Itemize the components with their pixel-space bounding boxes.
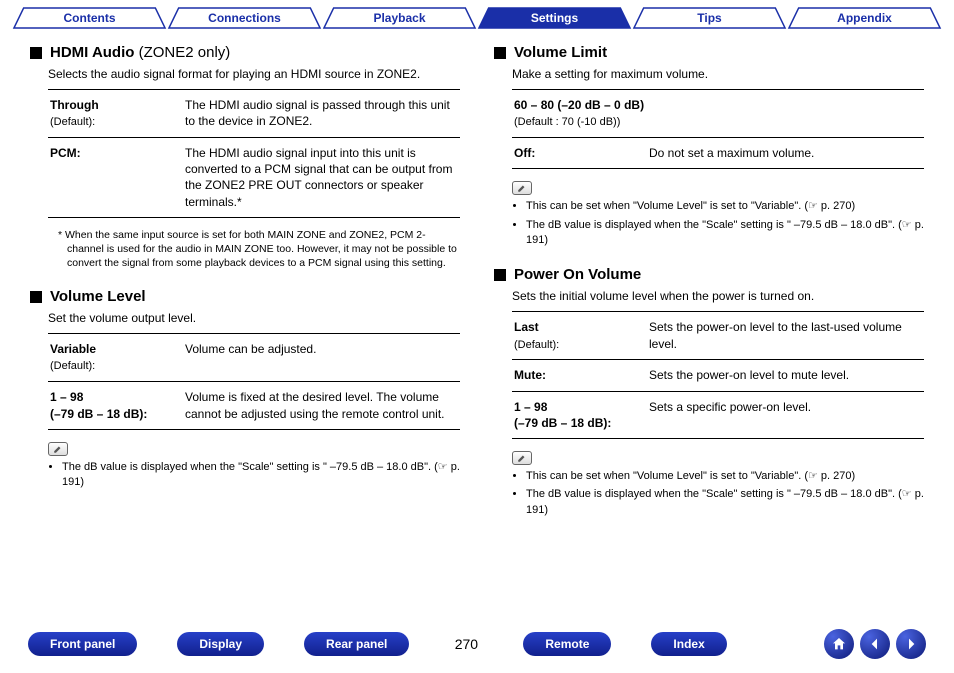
option-key: Through (Default): xyxy=(48,90,183,138)
display-button[interactable]: Display xyxy=(177,632,264,656)
option-key: Variable (Default): xyxy=(48,334,183,382)
tab-playback[interactable]: Playback xyxy=(322,6,477,30)
settings-table: Variable (Default): Volume can be adjust… xyxy=(48,333,460,429)
section-hdmi-audio: HDMI Audio (ZONE2 only) Selects the audi… xyxy=(30,44,460,270)
settings-table: Last (Default): Sets the power-on level … xyxy=(512,311,924,439)
option-key: Mute: xyxy=(512,360,647,391)
settings-table: Through (Default): The HDMI audio signal… xyxy=(48,89,460,218)
section-desc: Sets the initial volume level when the p… xyxy=(512,289,924,303)
title-text: Power On Volume xyxy=(514,266,641,283)
option-value: Sets a specific power-on level. xyxy=(647,391,924,438)
tab-label: Appendix xyxy=(837,11,892,25)
title-text: Volume Limit xyxy=(514,44,607,61)
notes-list: This can be set when "Volume Level" is s… xyxy=(512,199,924,248)
section-title: Volume Level xyxy=(30,288,460,305)
pencil-note-icon xyxy=(512,451,532,465)
option-key: PCM: xyxy=(48,138,183,218)
option-key: 1 – 98 (–79 dB – 18 dB): xyxy=(512,391,647,438)
home-icon[interactable] xyxy=(824,629,854,659)
page-number: 270 xyxy=(449,636,483,652)
title-text: Volume Level xyxy=(50,288,146,305)
left-column: HDMI Audio (ZONE2 only) Selects the audi… xyxy=(30,44,460,536)
note-item: The dB value is displayed when the "Scal… xyxy=(526,487,924,518)
section-desc: Selects the audio signal format for play… xyxy=(48,67,460,81)
option-key: 60 – 80 (–20 dB – 0 dB) (Default : 70 (-… xyxy=(512,90,924,138)
right-column: Volume Limit Make a setting for maximum … xyxy=(494,44,924,536)
note-item: This can be set when "Volume Level" is s… xyxy=(526,199,924,214)
option-value: Volume is fixed at the desired level. Th… xyxy=(183,382,460,429)
pencil-note-icon xyxy=(512,181,532,195)
top-tabs: Contents Connections Playback Settings T… xyxy=(0,0,954,30)
tab-label: Tips xyxy=(697,11,721,25)
section-desc: Set the volume output level. xyxy=(48,311,460,325)
tab-connections[interactable]: Connections xyxy=(167,6,322,30)
tab-contents[interactable]: Contents xyxy=(12,6,167,30)
footnote: * When the same input source is set for … xyxy=(58,228,460,271)
title-light: (ZONE2 only) xyxy=(139,44,231,61)
notes-list: This can be set when "Volume Level" is s… xyxy=(512,469,924,518)
page-content: HDMI Audio (ZONE2 only) Selects the audi… xyxy=(0,30,954,536)
bullet-square-icon xyxy=(494,47,506,59)
bullet-square-icon xyxy=(30,291,42,303)
tab-settings[interactable]: Settings xyxy=(477,6,632,30)
bullet-square-icon xyxy=(30,47,42,59)
tab-label: Settings xyxy=(531,11,578,25)
next-page-icon[interactable] xyxy=(896,629,926,659)
option-value: The HDMI audio signal input into this un… xyxy=(183,138,460,218)
bullet-square-icon xyxy=(494,269,506,281)
option-value: Sets the power-on level to mute level. xyxy=(647,360,924,391)
tab-label: Contents xyxy=(64,11,116,25)
option-key: Off: xyxy=(512,138,647,169)
pencil-note-icon xyxy=(48,442,68,456)
remote-button[interactable]: Remote xyxy=(523,632,611,656)
section-desc: Make a setting for maximum volume. xyxy=(512,67,924,81)
section-power-on-volume: Power On Volume Sets the initial volume … xyxy=(494,266,924,518)
tab-appendix[interactable]: Appendix xyxy=(787,6,942,30)
tab-tips[interactable]: Tips xyxy=(632,6,787,30)
option-key: 1 – 98 (–79 dB – 18 dB): xyxy=(48,382,183,429)
note-item: The dB value is displayed when the "Scal… xyxy=(62,460,460,491)
note-item: The dB value is displayed when the "Scal… xyxy=(526,218,924,249)
section-title: HDMI Audio (ZONE2 only) xyxy=(30,44,460,61)
option-value: Do not set a maximum volume. xyxy=(647,138,924,169)
index-button[interactable]: Index xyxy=(651,632,726,656)
section-volume-level: Volume Level Set the volume output level… xyxy=(30,288,460,490)
bottom-nav: Front panel Display Rear panel 270 Remot… xyxy=(0,629,954,659)
option-value: The HDMI audio signal is passed through … xyxy=(183,90,460,138)
notes-list: The dB value is displayed when the "Scal… xyxy=(48,460,460,491)
option-key: Last (Default): xyxy=(512,312,647,360)
tab-label: Playback xyxy=(373,11,425,25)
option-value: Sets the power-on level to the last-used… xyxy=(647,312,924,360)
front-panel-button[interactable]: Front panel xyxy=(28,632,137,656)
nav-icon-group xyxy=(824,629,926,659)
rear-panel-button[interactable]: Rear panel xyxy=(304,632,409,656)
section-volume-limit: Volume Limit Make a setting for maximum … xyxy=(494,44,924,248)
settings-table: 60 – 80 (–20 dB – 0 dB) (Default : 70 (-… xyxy=(512,89,924,169)
section-title: Power On Volume xyxy=(494,266,924,283)
note-item: This can be set when "Volume Level" is s… xyxy=(526,469,924,484)
tab-label: Connections xyxy=(208,11,281,25)
section-title: Volume Limit xyxy=(494,44,924,61)
title-strong: HDMI Audio xyxy=(50,44,134,61)
option-value: Volume can be adjusted. xyxy=(183,334,460,382)
prev-page-icon[interactable] xyxy=(860,629,890,659)
